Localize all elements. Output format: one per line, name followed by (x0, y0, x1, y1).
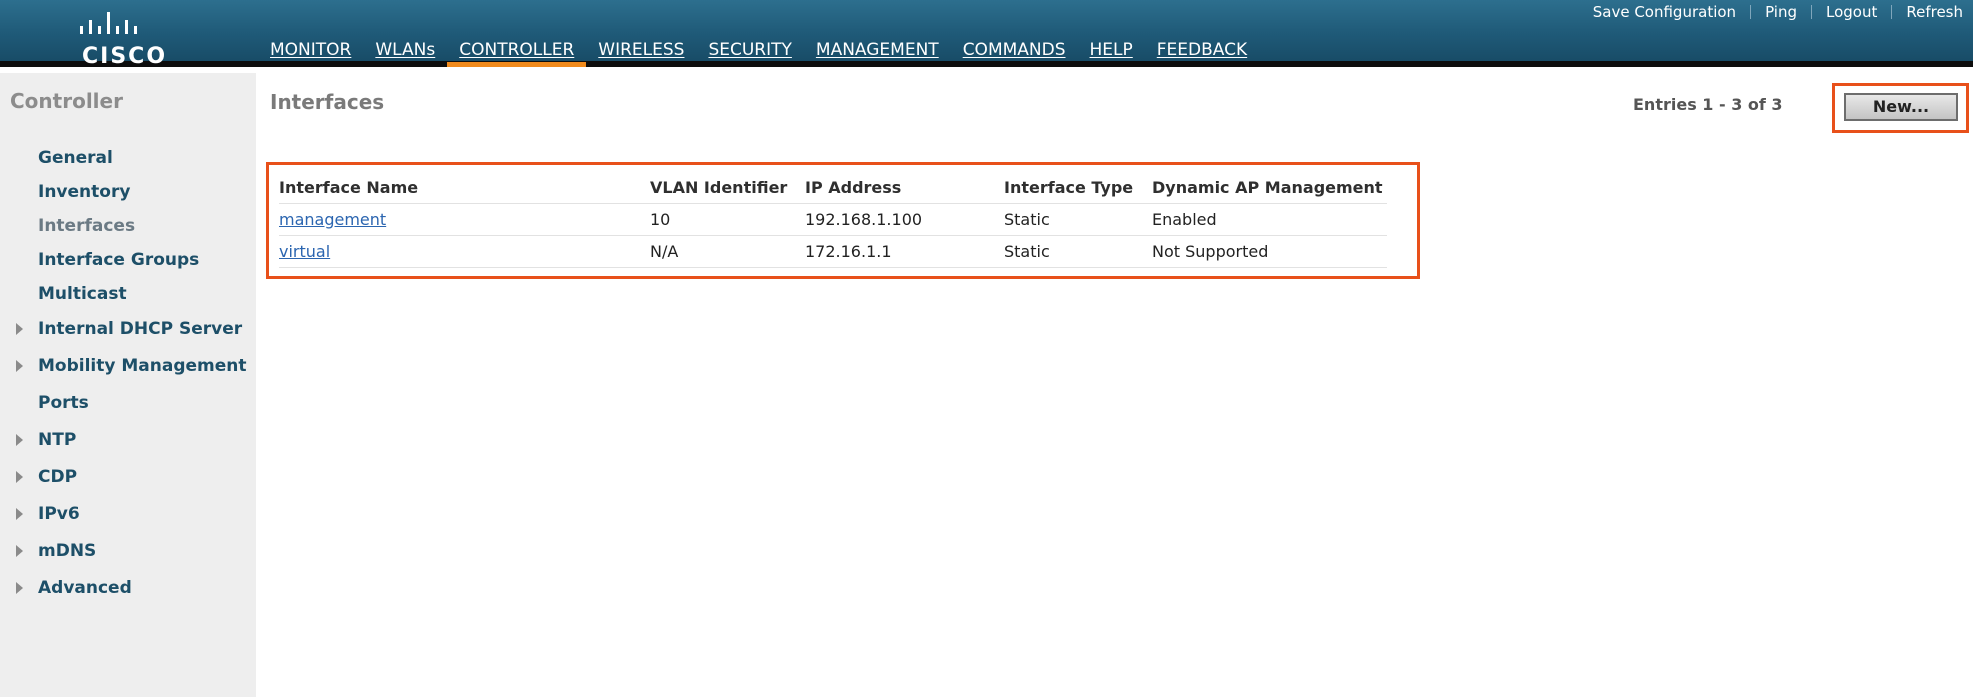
interface-link-management[interactable]: management (279, 210, 386, 229)
sidebar-item-cdp[interactable]: CDP (0, 459, 256, 496)
ip-address-cell: 172.16.1.1 (805, 235, 1004, 268)
sidebar-item-advanced[interactable]: Advanced (0, 570, 256, 607)
utility-links: Save Configuration Ping Logout Refresh (1593, 3, 1963, 21)
top-header: CISCO Save Configuration Ping Logout Ref… (0, 0, 1973, 69)
expand-caret-icon[interactable] (16, 323, 23, 335)
sidebar-item-label: Internal DHCP Server (38, 319, 243, 339)
brand-wordmark: CISCO (82, 44, 168, 69)
column-header-interface-name: Interface Name (279, 172, 650, 204)
main-nav: MONITOR WLANs CONTROLLER WIRELESS SECURI… (258, 36, 1259, 67)
sidebar-menu: General Inventory Interfaces Interface G… (0, 141, 256, 607)
sidebar-item-multicast[interactable]: Multicast (0, 277, 256, 311)
cisco-logo: CISCO (72, 6, 182, 69)
expand-caret-icon[interactable] (16, 360, 23, 372)
entries-count: Entries 1 - 3 of 3 (1633, 95, 1783, 114)
new-button-highlight: New... (1832, 83, 1969, 133)
page-title: Interfaces (270, 90, 385, 114)
tab-wireless[interactable]: WIRELESS (586, 36, 696, 67)
sidebar: Controller General Inventory Interfaces … (0, 73, 256, 697)
interfaces-table-highlight: Interface Name VLAN Identifier IP Addres… (266, 162, 1420, 279)
refresh-link[interactable]: Refresh (1906, 3, 1963, 21)
sidebar-item-mdns[interactable]: mDNS (0, 533, 256, 570)
save-configuration-link[interactable]: Save Configuration (1593, 3, 1736, 21)
vlan-identifier-cell: N/A (650, 235, 805, 268)
new-interface-button[interactable]: New... (1844, 93, 1958, 121)
separator (1891, 5, 1893, 19)
tab-feedback[interactable]: FEEDBACK (1145, 36, 1259, 67)
sidebar-item-interface-groups[interactable]: Interface Groups (0, 243, 256, 277)
sidebar-title: Controller (10, 89, 123, 113)
interface-type-cell: Static (1004, 203, 1152, 236)
expand-caret-icon[interactable] (16, 508, 23, 520)
separator (1750, 5, 1752, 19)
sidebar-item-label: mDNS (38, 541, 97, 561)
expand-caret-icon[interactable] (16, 434, 23, 446)
expand-caret-icon[interactable] (16, 545, 23, 557)
sidebar-item-interfaces[interactable]: Interfaces (0, 209, 256, 243)
interface-link-virtual[interactable]: virtual (279, 242, 330, 261)
table-row: virtual N/A 172.16.1.1 Static Not Suppor… (279, 235, 1387, 268)
dynamic-ap-management-cell: Enabled (1152, 203, 1387, 236)
interface-type-cell: Static (1004, 235, 1152, 268)
interface-name-cell: management (279, 203, 650, 236)
ip-address-cell: 192.168.1.100 (805, 203, 1004, 236)
sidebar-item-label: NTP (38, 430, 77, 450)
separator (1810, 5, 1812, 19)
expand-caret-icon[interactable] (16, 471, 23, 483)
tab-monitor[interactable]: MONITOR (258, 36, 363, 67)
tab-controller[interactable]: CONTROLLER (447, 36, 587, 67)
sidebar-item-ipv6[interactable]: IPv6 (0, 496, 256, 533)
sidebar-item-internal-dhcp-server[interactable]: Internal DHCP Server (0, 311, 256, 348)
tab-management[interactable]: MANAGEMENT (804, 36, 951, 67)
vlan-identifier-cell: 10 (650, 203, 805, 236)
sidebar-item-label: IPv6 (38, 504, 80, 524)
column-header-interface-type: Interface Type (1004, 172, 1152, 204)
logout-link[interactable]: Logout (1826, 3, 1877, 21)
table-row: management 10 192.168.1.100 Static Enabl… (279, 203, 1387, 236)
column-header-ip-address: IP Address (805, 172, 1004, 204)
tab-commands[interactable]: COMMANDS (951, 36, 1078, 67)
column-header-vlan-identifier: VLAN Identifier (650, 172, 805, 204)
tab-wlans[interactable]: WLANs (363, 36, 447, 67)
ping-link[interactable]: Ping (1765, 3, 1797, 21)
sidebar-item-ntp[interactable]: NTP (0, 422, 256, 459)
interface-name-cell: virtual (279, 235, 650, 268)
sidebar-item-label: Mobility Management (38, 356, 247, 376)
column-header-dynamic-ap-management: Dynamic AP Management (1152, 172, 1387, 204)
tab-help[interactable]: HELP (1078, 36, 1145, 67)
expand-caret-icon[interactable] (16, 582, 23, 594)
table-header-row: Interface Name VLAN Identifier IP Addres… (279, 172, 1387, 204)
interfaces-table: Interface Name VLAN Identifier IP Addres… (279, 172, 1387, 268)
dynamic-ap-management-cell: Not Supported (1152, 235, 1387, 268)
sidebar-item-inventory[interactable]: Inventory (0, 175, 256, 209)
sidebar-item-mobility-management[interactable]: Mobility Management (0, 348, 256, 385)
sidebar-item-label: CDP (38, 467, 78, 487)
tab-security[interactable]: SECURITY (696, 36, 803, 67)
sidebar-item-label: Advanced (38, 578, 132, 598)
sidebar-item-general[interactable]: General (0, 141, 256, 175)
sidebar-item-ports[interactable]: Ports (0, 385, 256, 422)
cisco-bridge-icon (80, 12, 137, 34)
